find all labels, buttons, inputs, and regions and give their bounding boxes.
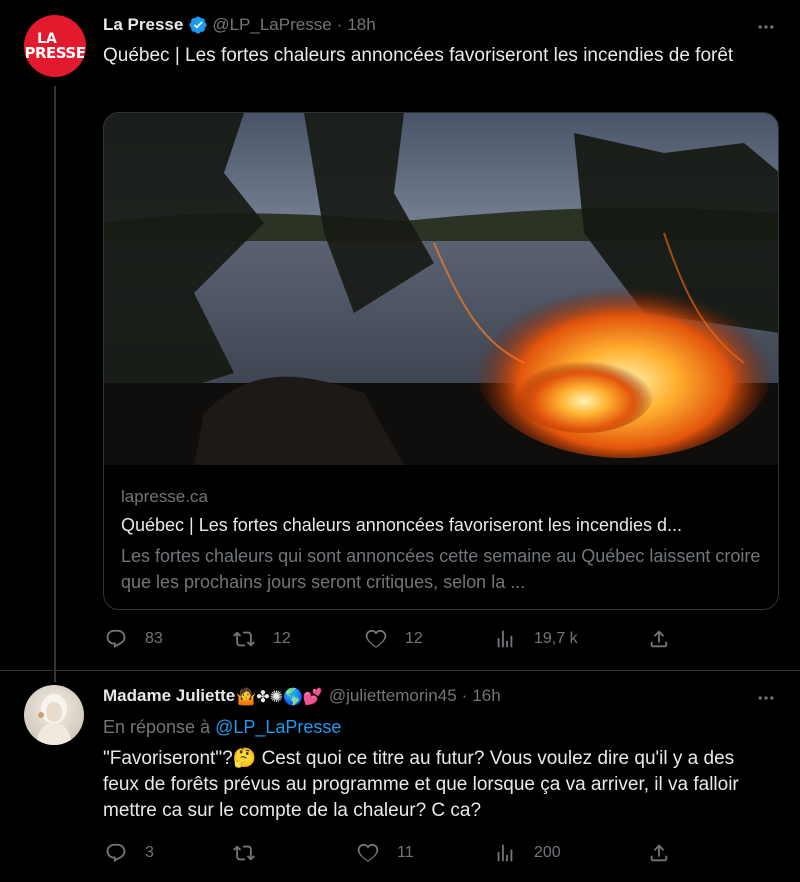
retweet-button[interactable]: 12 [233,628,291,650]
tweet-header: La Presse @LP_LaPresse · 18h [103,15,376,35]
avatar-logo-text: PRESSE [24,43,86,62]
reply-icon [106,843,126,862]
avatar[interactable]: LA PRESSE [24,15,86,77]
more-button[interactable] [754,686,778,710]
name-emojis: 🤷✤✺🌎💕 [236,686,323,706]
views-count: 19,7 k [534,630,578,647]
reply-button[interactable]: 83 [105,628,163,650]
tweet-divider [0,670,800,671]
like-button[interactable]: 12 [365,628,423,650]
tweet-text: "Favoriseront"?🤔 Cest quoi ce titre au f… [103,748,739,821]
timestamp[interactable]: 16h [472,686,500,706]
like-count: 11 [397,844,414,861]
timestamp[interactable]: 18h [347,15,375,35]
views-count: 200 [534,844,561,861]
views-icon [497,630,513,648]
thread-line [54,86,56,682]
author-name[interactable]: La Presse [103,15,183,35]
tweet-text: Québec | Les fortes chaleurs annoncées f… [103,45,734,66]
author-name[interactable]: Madame Juliette [103,686,235,706]
share-icon [650,630,668,648]
author-handle[interactable]: @juliettemorin45 [329,686,457,706]
share-button[interactable] [648,628,670,650]
card-domain: lapresse.ca [121,487,208,506]
reply-icon [106,629,126,648]
card-image[interactable] [104,113,779,465]
reply-context: En réponse à @LP_LaPresse [103,717,341,738]
reply-button[interactable]: 3 [105,842,154,864]
views-button[interactable]: 19,7 k [494,628,578,650]
card-title[interactable]: Québec | Les fortes chaleurs annoncées f… [121,515,682,536]
share-icon [650,844,668,862]
like-icon [365,629,387,648]
reply-count: 83 [145,630,163,647]
separator: · [336,15,343,34]
reply-count: 3 [145,844,154,861]
like-icon [357,843,379,862]
retweet-button[interactable] [233,842,273,864]
retweet-icon [233,631,255,647]
views-icon [497,844,513,862]
separator: · [461,686,468,705]
retweet-count: 12 [273,630,291,647]
retweet-icon [233,845,255,861]
reply-mention-link[interactable]: @LP_LaPresse [215,717,341,737]
author-handle[interactable]: @LP_LaPresse [212,15,331,35]
like-count: 12 [405,630,423,647]
reply-prefix: En réponse à [103,717,211,737]
link-card[interactable]: lapresse.ca Québec | Les fortes chaleurs… [103,112,779,610]
more-icon [758,25,774,29]
more-icon [758,696,774,700]
views-button[interactable]: 200 [494,842,561,864]
share-button[interactable] [648,842,670,864]
more-button[interactable] [754,15,778,39]
verified-badge-icon [189,16,207,34]
avatar[interactable] [24,685,84,745]
card-description: Les fortes chaleurs qui sont annoncées c… [121,546,761,592]
like-button[interactable]: 11 [357,842,414,864]
avatar-photo [36,694,72,745]
tweet-header: Madame Juliette 🤷✤✺🌎💕 @juliettemorin45 ·… [103,686,501,706]
